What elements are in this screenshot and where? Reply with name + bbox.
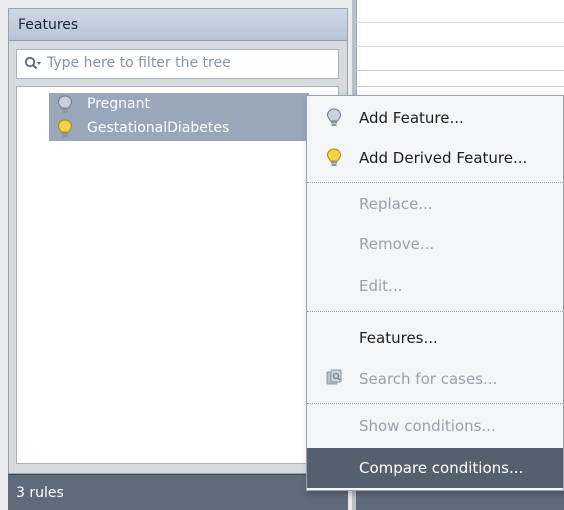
menu-item-label: Compare conditions...	[359, 459, 524, 477]
menu-item-label: Replace...	[359, 195, 433, 213]
feature-tree[interactable]: Pregnant GestationalDiabetes	[16, 86, 339, 464]
bulb-gray-icon	[57, 95, 73, 115]
menu-item-label: Add Derived Feature...	[359, 149, 528, 167]
menu-item-label: Features...	[359, 329, 438, 347]
tree-item-label: Pregnant	[87, 96, 150, 112]
menu-item-add-derived-feature[interactable]: Add Derived Feature...	[307, 138, 563, 178]
bulb-yellow-icon	[57, 119, 73, 139]
divider	[356, 46, 564, 47]
menu-item-search-for-cases[interactable]: Search for cases...	[307, 359, 563, 399]
menu-item-features[interactable]: Features...	[307, 318, 563, 358]
menu-item-label: Edit...	[359, 277, 403, 295]
bulb-gray-icon	[325, 108, 343, 128]
tree-item-label: GestationalDiabetes	[87, 120, 230, 136]
menu-item-add-feature[interactable]: Add Feature...	[307, 98, 563, 138]
filter-input[interactable]: Type here to filter the tree	[16, 49, 339, 79]
menu-item-label: Show conditions...	[359, 417, 496, 435]
menu-item-label: Add Feature...	[359, 109, 464, 127]
menu-item-compare-conditions[interactable]: Compare conditions...	[307, 448, 563, 488]
tree-item-gestational-diabetes[interactable]: GestationalDiabetes	[49, 117, 309, 141]
menu-item-label: Search for cases...	[359, 370, 498, 388]
search-cases-icon	[325, 369, 343, 389]
status-bar: 3 rules	[8, 474, 348, 510]
menu-item-replace[interactable]: Replace...	[307, 184, 563, 224]
menu-separator	[307, 182, 563, 183]
menu-item-show-conditions[interactable]: Show conditions...	[307, 406, 563, 446]
menu-separator	[307, 403, 563, 404]
divider	[356, 86, 564, 87]
menu-item-label: Remove...	[359, 235, 435, 253]
menu-separator	[307, 311, 563, 312]
menu-item-edit[interactable]: Edit...	[307, 266, 563, 306]
panel-title: Features	[18, 17, 79, 33]
tree-item-pregnant[interactable]: Pregnant	[49, 93, 309, 117]
features-panel: Features Type here to filter the tree Pr…	[8, 8, 348, 474]
search-icon[interactable]	[24, 56, 42, 72]
context-menu: Add Feature... Add Derived Feature... Re…	[306, 95, 564, 491]
filter-placeholder: Type here to filter the tree	[47, 55, 231, 71]
bulb-yellow-icon	[325, 148, 343, 168]
divider	[356, 22, 564, 23]
rules-count: 3 rules	[16, 485, 64, 501]
divider	[356, 70, 564, 71]
menu-item-remove[interactable]: Remove...	[307, 224, 563, 264]
features-panel-header: Features	[9, 9, 347, 41]
